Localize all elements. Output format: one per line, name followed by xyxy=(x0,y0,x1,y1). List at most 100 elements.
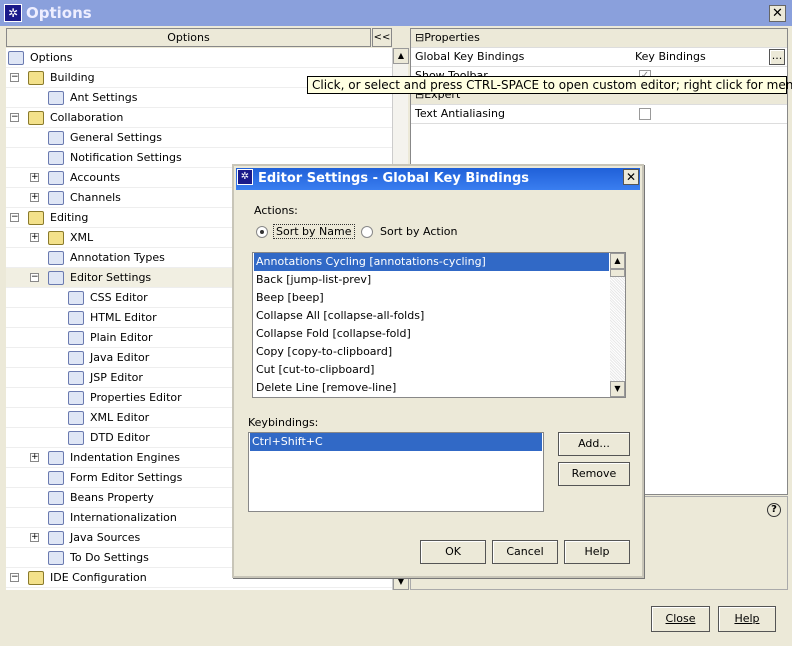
property-name: Global Key Bindings xyxy=(415,50,525,63)
tree-item-label: DTD Editor xyxy=(90,431,150,444)
tree-item[interactable]: Options xyxy=(6,48,392,68)
notification-icon xyxy=(48,151,64,165)
properties-icon xyxy=(68,391,84,405)
help-button[interactable]: Help xyxy=(718,606,776,632)
tree-item-label: CSS Editor xyxy=(90,291,148,304)
folder-icon xyxy=(28,571,44,585)
property-value[interactable]: Key Bindings xyxy=(635,48,706,66)
actions-scrollbar[interactable]: ▲ ▼ xyxy=(610,253,625,397)
help-label: Help xyxy=(734,612,760,625)
expand-icon[interactable]: + xyxy=(30,533,39,542)
remove-button[interactable]: Remove xyxy=(558,462,630,486)
bean-icon xyxy=(48,491,64,505)
expand-icon[interactable]: + xyxy=(30,233,39,242)
tree-item-label: XML xyxy=(70,231,94,244)
tree-item-label: JSP Editor xyxy=(90,371,143,384)
tree-item-label: Indentation Engines xyxy=(70,451,180,464)
category-properties[interactable]: ⊟Properties xyxy=(411,29,787,48)
tooltip: Click, or select and press CTRL-SPACE to… xyxy=(307,76,792,94)
dialog-help-button[interactable]: Help xyxy=(564,540,630,564)
editor-icon xyxy=(68,351,84,365)
dialog-title: Editor Settings - Global Key Bindings xyxy=(258,171,529,186)
action-item[interactable]: Collapse Fold [collapse-fold] xyxy=(254,325,609,343)
scroll-up-icon[interactable]: ▲ xyxy=(610,253,625,269)
expand-icon[interactable]: + xyxy=(30,453,39,462)
collapse-icon[interactable]: − xyxy=(10,113,19,122)
property-text-antialiasing[interactable]: Text Antialiasing xyxy=(411,105,787,124)
text-antialiasing-checkbox[interactable] xyxy=(639,108,651,120)
tree-item-label: Building xyxy=(50,71,95,84)
folder-icon xyxy=(28,211,44,225)
tree-item[interactable]: − Collaboration xyxy=(6,108,392,128)
accounts-icon xyxy=(48,171,64,185)
keybindings-list[interactable]: Ctrl+Shift+C xyxy=(248,432,544,512)
expand-icon[interactable]: + xyxy=(30,173,39,182)
property-global-key-bindings[interactable]: Global Key Bindings Key Bindings... xyxy=(411,48,787,67)
keybindings-label: Keybindings: xyxy=(248,416,319,429)
tree-item-label: IDE Configuration xyxy=(50,571,147,584)
i18n-icon xyxy=(48,511,64,525)
sort-by-name-label[interactable]: Sort by Name xyxy=(273,224,355,239)
tree-item-label: Annotation Types xyxy=(70,251,165,264)
tree-item-label: Channels xyxy=(70,191,121,204)
action-item[interactable]: Delete Line [remove-line] xyxy=(254,379,609,397)
tree-item-label: XML Editor xyxy=(90,411,150,424)
xml-icon xyxy=(68,411,84,425)
tree-item[interactable]: General Settings xyxy=(6,128,392,148)
property-name: Text Antialiasing xyxy=(415,107,505,120)
dtd-icon xyxy=(68,431,84,445)
tree-item-label: Internationalization xyxy=(70,511,177,524)
sort-by-action-radio[interactable] xyxy=(361,226,373,238)
expand-icon[interactable]: + xyxy=(30,193,39,202)
window-title-bar: Options xyxy=(0,0,792,26)
tree-item-label: Beans Property xyxy=(70,491,154,504)
app-icon: ✲ xyxy=(4,4,22,22)
collapse-icon[interactable]: − xyxy=(30,273,39,282)
tree-item-label: Plain Editor xyxy=(90,331,153,344)
tree-item-label: Java Sources xyxy=(70,531,141,544)
help-icon[interactable]: ? xyxy=(767,503,781,517)
cancel-button[interactable]: Cancel xyxy=(492,540,558,564)
dialog-icon: ✲ xyxy=(237,169,253,185)
collapse-panel-button[interactable]: << xyxy=(372,28,392,47)
tree-item-label: Java Editor xyxy=(90,351,150,364)
keybinding-item[interactable]: Ctrl+Shift+C xyxy=(250,433,542,451)
form-icon xyxy=(48,471,64,485)
action-item[interactable]: Collapse All [collapse-all-folds] xyxy=(254,307,609,325)
collapse-icon[interactable]: − xyxy=(10,73,19,82)
add-button[interactable]: Add... xyxy=(558,432,630,456)
editor-icon xyxy=(68,371,84,385)
sort-by-name-radio[interactable] xyxy=(256,226,268,238)
scroll-thumb[interactable] xyxy=(610,269,625,277)
collapse-icon[interactable]: − xyxy=(10,573,19,582)
actions-label: Actions: xyxy=(254,204,298,217)
dialog-close-button[interactable]: ✕ xyxy=(623,169,639,185)
window-close-button[interactable]: ✕ xyxy=(769,5,786,22)
editor-icon xyxy=(68,331,84,345)
tree-item-label: Editor Settings xyxy=(70,271,152,284)
todo-icon xyxy=(48,551,64,565)
scroll-down-icon[interactable]: ▼ xyxy=(610,381,625,397)
action-item[interactable]: Copy [copy-to-clipboard] xyxy=(254,343,609,361)
actions-list[interactable]: ▲ ▼ Annotations Cycling [annotations-cyc… xyxy=(252,252,626,398)
action-item[interactable]: Annotations Cycling [annotations-cycling… xyxy=(254,253,609,271)
sort-by-action-label[interactable]: Sort by Action xyxy=(380,225,457,238)
close-label: Close xyxy=(665,612,696,625)
tree-header: Options xyxy=(6,28,371,47)
action-item[interactable]: Beep [beep] xyxy=(254,289,609,307)
channels-icon xyxy=(48,191,64,205)
window-title: Options xyxy=(26,4,92,22)
tree-item-label: Ant Settings xyxy=(70,91,138,104)
tree-item-label: Properties Editor xyxy=(90,391,182,404)
scroll-up-icon[interactable]: ▲ xyxy=(393,48,409,64)
custom-editor-button[interactable]: ... xyxy=(769,49,785,65)
action-item[interactable]: Cut [cut-to-clipboard] xyxy=(254,361,609,379)
css-icon xyxy=(68,291,84,305)
action-item[interactable]: Back [jump-list-prev] xyxy=(254,271,609,289)
close-button[interactable]: Close xyxy=(651,606,710,632)
dialog-title-bar: Editor Settings - Global Key Bindings xyxy=(236,168,640,190)
tree-item-label: Notification Settings xyxy=(70,151,182,164)
tree-item-label: Accounts xyxy=(70,171,121,184)
ok-button[interactable]: OK xyxy=(420,540,486,564)
collapse-icon[interactable]: − xyxy=(10,213,19,222)
